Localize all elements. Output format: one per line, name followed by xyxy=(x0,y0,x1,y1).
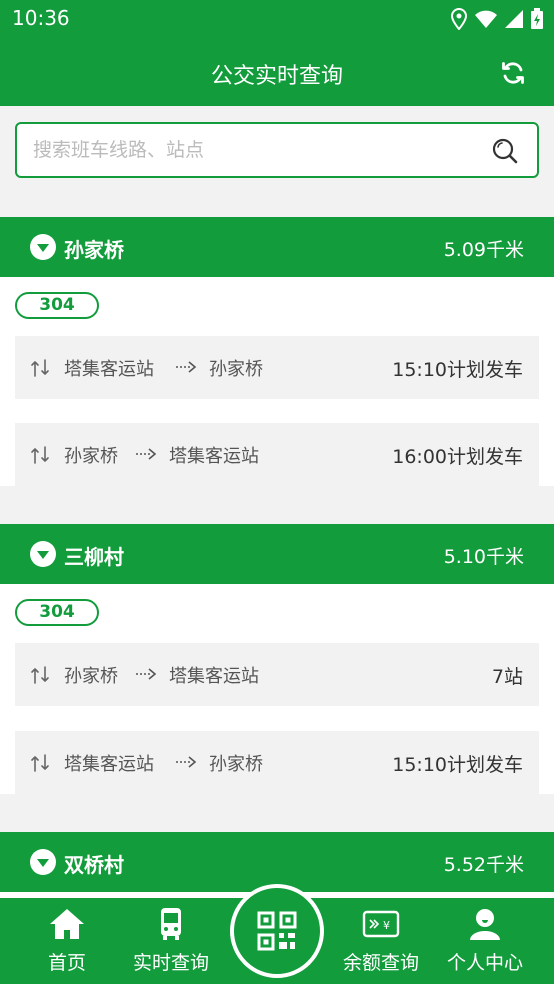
swap-direction-icon xyxy=(31,446,49,464)
nav-realtime[interactable]: 实时查询 xyxy=(124,898,218,984)
swap-direction-icon xyxy=(31,359,49,377)
nav-profile-label: 个人中心 xyxy=(446,952,523,974)
arrow-right-icon xyxy=(176,756,197,768)
station-name: 三柳村 xyxy=(64,545,124,569)
wifi-icon xyxy=(475,10,497,28)
route-status: 15:10计划发车 xyxy=(392,754,523,776)
station-distance: 5.09千米 xyxy=(443,239,524,261)
battery-icon xyxy=(531,8,543,29)
arrow-right-icon xyxy=(136,448,157,460)
search-icon[interactable] xyxy=(491,137,519,165)
station-card[interactable]: 孙家桥 5.09千米 304 塔集客运站 孙家桥 15:10计划发车 孙家桥 塔… xyxy=(0,217,554,486)
location-icon xyxy=(450,8,468,30)
arrow-right-icon xyxy=(176,361,197,373)
bottom-nav: 首页 实时查询 ¥ 余额查询 个人中心 xyxy=(0,884,554,984)
route-status: 16:00计划发车 xyxy=(392,446,523,468)
route-row[interactable]: 塔集客运站 孙家桥 15:10计划发车 xyxy=(15,731,539,794)
line-badge: 304 xyxy=(15,292,99,319)
route-to: 塔集客运站 xyxy=(169,446,259,467)
route-row[interactable]: 孙家桥 塔集客运站 16:00计划发车 xyxy=(15,423,539,486)
bus-icon xyxy=(161,908,181,940)
qr-scan-button[interactable] xyxy=(230,884,324,978)
route-from: 孙家桥 xyxy=(64,446,118,467)
route-to: 塔集客运站 xyxy=(169,666,259,687)
station-header[interactable]: 双桥村 5.52千米 xyxy=(0,832,554,892)
station-distance: 5.10千米 xyxy=(443,546,524,568)
route-status: 7站 xyxy=(491,666,523,688)
swap-direction-icon xyxy=(31,666,49,684)
route-from: 塔集客运站 xyxy=(64,359,154,380)
station-header[interactable]: 孙家桥 5.09千米 xyxy=(0,217,554,277)
nav-balance[interactable]: ¥ 余额查询 xyxy=(334,898,428,984)
location-pin-icon xyxy=(30,541,56,567)
nav-profile[interactable]: 个人中心 xyxy=(438,898,532,984)
route-to: 孙家桥 xyxy=(209,754,263,775)
route-row[interactable]: 孙家桥 塔集客运站 7站 xyxy=(15,643,539,706)
route-to: 孙家桥 xyxy=(209,359,263,380)
user-icon xyxy=(470,909,500,940)
station-card[interactable]: 三柳村 5.10千米 304 孙家桥 塔集客运站 7站 塔集客运站 孙家桥 15… xyxy=(0,524,554,794)
station-header[interactable]: 三柳村 5.10千米 xyxy=(0,524,554,584)
route-row[interactable]: 塔集客运站 孙家桥 15:10计划发车 xyxy=(15,336,539,399)
route-from: 孙家桥 xyxy=(64,666,118,687)
app-bar: 公交实时查询 xyxy=(0,38,554,106)
station-name: 孙家桥 xyxy=(64,238,124,262)
nav-realtime-label: 实时查询 xyxy=(132,952,209,974)
swap-direction-icon xyxy=(31,754,49,772)
search-input[interactable] xyxy=(33,136,473,164)
station-name: 双桥村 xyxy=(64,853,124,877)
route-from: 塔集客运站 xyxy=(64,754,154,775)
search-box[interactable] xyxy=(15,122,539,178)
home-icon xyxy=(50,909,84,939)
page-title: 公交实时查询 xyxy=(210,64,343,89)
arrow-right-icon xyxy=(136,668,157,680)
signal-icon xyxy=(505,10,523,28)
qr-code-icon xyxy=(257,911,297,951)
status-bar: 10:36 xyxy=(0,0,554,38)
status-icons xyxy=(450,8,544,30)
card-balance-icon: ¥ xyxy=(362,910,400,938)
refresh-icon[interactable] xyxy=(500,60,526,86)
search-section xyxy=(0,106,554,194)
route-status: 15:10计划发车 xyxy=(392,359,523,381)
location-pin-icon xyxy=(30,234,56,260)
nav-balance-label: 余额查询 xyxy=(342,952,419,974)
svg-text:¥: ¥ xyxy=(383,919,390,932)
line-badge: 304 xyxy=(15,599,99,626)
station-distance: 5.52千米 xyxy=(443,854,524,876)
location-pin-icon xyxy=(30,849,56,875)
status-time: 10:36 xyxy=(12,6,70,30)
nav-home-label: 首页 xyxy=(47,952,86,974)
nav-home[interactable]: 首页 xyxy=(20,898,114,984)
